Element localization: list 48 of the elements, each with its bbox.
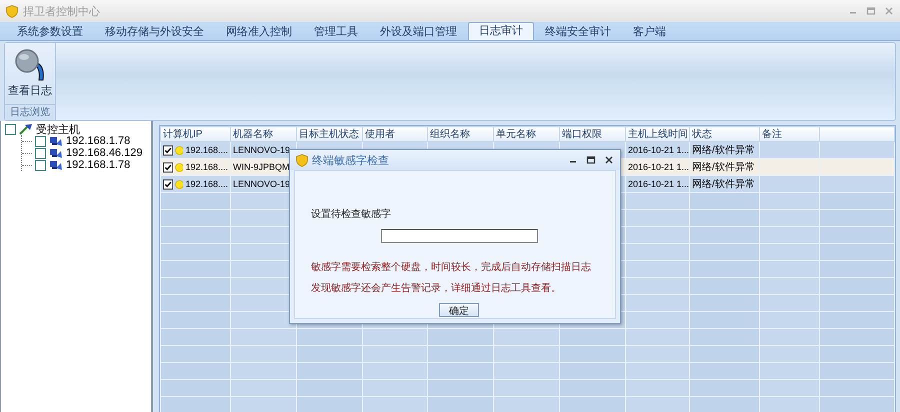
shield-icon bbox=[6, 4, 18, 18]
table-cell: 192.168.... bbox=[185, 162, 228, 172]
checkbox[interactable] bbox=[35, 136, 46, 146]
tree-item[interactable]: 受控主机 bbox=[36, 122, 80, 136]
table-cell: 网络/软件异常 bbox=[692, 162, 755, 173]
table-cell: 2016-10-21 1... bbox=[628, 162, 688, 172]
group-label: 日志浏览 bbox=[5, 104, 55, 120]
input-field[interactable] bbox=[381, 229, 538, 243]
table-cell: 2016-10-21 1... bbox=[628, 145, 688, 155]
view-log-button[interactable]: 查看日志 bbox=[5, 43, 55, 104]
tab[interactable]: 网络准入控制 bbox=[215, 23, 303, 40]
warning-text: 敏感字需要检索整个硬盘，时间较长，完成后自动存储扫描日志 bbox=[311, 260, 592, 275]
table-cell: 网络/软件异常 bbox=[692, 179, 755, 190]
checkbox[interactable] bbox=[5, 124, 16, 134]
magnifier-icon bbox=[13, 49, 47, 81]
table-cell: 192.168.... bbox=[185, 145, 228, 155]
tree-item[interactable]: 192.168.1.78 bbox=[66, 135, 130, 147]
field-label: 设置待检查敏感字 bbox=[311, 208, 392, 221]
computer-icon bbox=[49, 147, 63, 159]
checkbox[interactable] bbox=[163, 144, 174, 156]
tab[interactable]: 终端安全审计 bbox=[534, 23, 622, 40]
window-title: 捍卫者控制中心 bbox=[23, 4, 101, 18]
checkbox[interactable] bbox=[35, 160, 46, 170]
table-cell: LENNOVO-19 bbox=[233, 179, 290, 189]
network-icon bbox=[19, 123, 33, 135]
warning-text: 发现敏感字还会产生告警记录，详细通过日志工具查看。 bbox=[311, 282, 562, 296]
table-cell: 192.168.... bbox=[185, 179, 228, 189]
maximize-button[interactable] bbox=[586, 155, 596, 165]
computer-icon bbox=[49, 135, 63, 147]
tree-item[interactable]: 192.168.46.129 bbox=[66, 147, 142, 159]
computer-icon bbox=[49, 159, 63, 171]
tab[interactable]: 客户端 bbox=[622, 23, 677, 40]
tree-item[interactable]: 192.168.1.78 bbox=[66, 159, 130, 171]
ok-button[interactable]: 确定 bbox=[439, 303, 479, 317]
table-cell: WIN-9JPBQM bbox=[233, 162, 290, 172]
shield-icon bbox=[296, 154, 308, 166]
close-button[interactable] bbox=[604, 155, 614, 165]
checkbox[interactable] bbox=[163, 178, 174, 190]
tab[interactable]: 移动存储与外设安全 bbox=[94, 23, 215, 40]
table-cell: LENNOVO-19 bbox=[233, 145, 290, 155]
tab[interactable]: 外设及端口管理 bbox=[369, 23, 468, 40]
checkbox[interactable] bbox=[35, 148, 46, 158]
tab[interactable]: 系统参数设置 bbox=[6, 23, 94, 40]
table-cell: 网络/软件异常 bbox=[692, 145, 755, 156]
tab[interactable]: 日志审计 bbox=[468, 22, 534, 40]
tab[interactable]: 管理工具 bbox=[303, 23, 369, 40]
checkbox[interactable] bbox=[163, 162, 174, 172]
table-cell: 2016-10-21 1... bbox=[628, 179, 688, 189]
